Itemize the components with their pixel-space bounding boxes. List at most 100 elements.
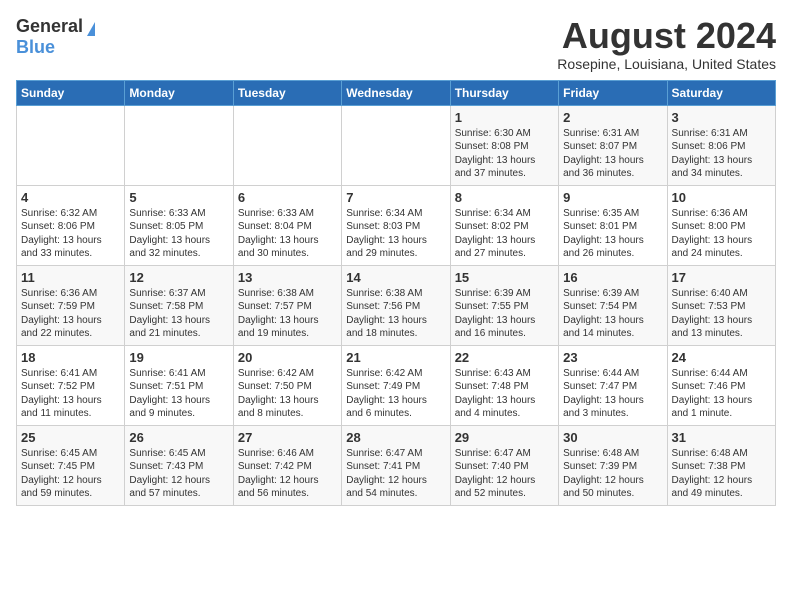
day-info: Sunrise: 6:36 AM Sunset: 7:59 PM Dayligh…: [21, 287, 120, 341]
day-number: 31: [672, 430, 771, 445]
day-number: 6: [238, 190, 337, 205]
calendar-cell-5-6: 30 Sunrise: 6:48 AM Sunset: 7:39 PM Dayli…: [559, 425, 667, 505]
day-number: 20: [238, 350, 337, 365]
calendar-cell-1-1: [17, 105, 125, 185]
weekday-header-saturday: Saturday: [667, 80, 775, 105]
day-info: Sunrise: 6:41 AM Sunset: 7:51 PM Dayligh…: [129, 367, 228, 421]
logo: General Blue: [16, 16, 95, 58]
day-number: 23: [563, 350, 662, 365]
calendar-cell-3-4: 14 Sunrise: 6:38 AM Sunset: 7:56 PM Dayli…: [342, 265, 450, 345]
calendar-cell-4-4: 21 Sunrise: 6:42 AM Sunset: 7:49 PM Dayli…: [342, 345, 450, 425]
logo-general-text: General: [16, 16, 83, 37]
weekday-header-thursday: Thursday: [450, 80, 558, 105]
day-number: 21: [346, 350, 445, 365]
calendar-cell-4-6: 23 Sunrise: 6:44 AM Sunset: 7:47 PM Dayli…: [559, 345, 667, 425]
day-number: 27: [238, 430, 337, 445]
calendar-cell-2-1: 4Sunrise: 6:32 AM Sunset: 8:06 PM Daylig…: [17, 185, 125, 265]
day-number: 8: [455, 190, 554, 205]
day-info: Sunrise: 6:47 AM Sunset: 7:41 PM Dayligh…: [346, 447, 445, 501]
calendar-cell-5-3: 27 Sunrise: 6:46 AM Sunset: 7:42 PM Dayli…: [233, 425, 341, 505]
calendar-cell-2-2: 5Sunrise: 6:33 AM Sunset: 8:05 PM Daylig…: [125, 185, 233, 265]
day-number: 3: [672, 110, 771, 125]
day-info: Sunrise: 6:44 AM Sunset: 7:46 PM Dayligh…: [672, 367, 771, 421]
day-number: 9: [563, 190, 662, 205]
day-info: Sunrise: 6:44 AM Sunset: 7:47 PM Dayligh…: [563, 367, 662, 421]
calendar-cell-1-2: [125, 105, 233, 185]
day-number: 13: [238, 270, 337, 285]
day-info: Sunrise: 6:37 AM Sunset: 7:58 PM Dayligh…: [129, 287, 228, 341]
day-number: 22: [455, 350, 554, 365]
day-number: 1: [455, 110, 554, 125]
day-number: 14: [346, 270, 445, 285]
calendar-cell-1-6: 2Sunrise: 6:31 AM Sunset: 8:07 PM Daylig…: [559, 105, 667, 185]
calendar-cell-3-5: 15 Sunrise: 6:39 AM Sunset: 7:55 PM Dayli…: [450, 265, 558, 345]
day-info: Sunrise: 6:40 AM Sunset: 7:53 PM Dayligh…: [672, 287, 771, 341]
weekday-header-friday: Friday: [559, 80, 667, 105]
day-info: Sunrise: 6:33 AM Sunset: 8:04 PM Dayligh…: [238, 207, 337, 261]
weekday-header-sunday: Sunday: [17, 80, 125, 105]
day-info: Sunrise: 6:45 AM Sunset: 7:43 PM Dayligh…: [129, 447, 228, 501]
day-info: Sunrise: 6:38 AM Sunset: 7:56 PM Dayligh…: [346, 287, 445, 341]
calendar-cell-3-6: 16 Sunrise: 6:39 AM Sunset: 7:54 PM Dayli…: [559, 265, 667, 345]
day-number: 5: [129, 190, 228, 205]
day-info: Sunrise: 6:43 AM Sunset: 7:48 PM Dayligh…: [455, 367, 554, 421]
day-info: Sunrise: 6:38 AM Sunset: 7:57 PM Dayligh…: [238, 287, 337, 341]
logo-triangle-icon: [87, 22, 95, 36]
day-info: Sunrise: 6:35 AM Sunset: 8:01 PM Dayligh…: [563, 207, 662, 261]
day-info: Sunrise: 6:32 AM Sunset: 8:06 PM Dayligh…: [21, 207, 120, 261]
calendar-table: SundayMondayTuesdayWednesdayThursdayFrid…: [16, 80, 776, 506]
day-info: Sunrise: 6:30 AM Sunset: 8:08 PM Dayligh…: [455, 127, 554, 181]
calendar-cell-1-3: [233, 105, 341, 185]
calendar-cell-4-2: 19 Sunrise: 6:41 AM Sunset: 7:51 PM Dayli…: [125, 345, 233, 425]
calendar-cell-2-4: 7 Sunrise: 6:34 AM Sunset: 8:03 PM Daylig…: [342, 185, 450, 265]
day-number: 18: [21, 350, 120, 365]
day-number: 15: [455, 270, 554, 285]
day-info: Sunrise: 6:39 AM Sunset: 7:54 PM Dayligh…: [563, 287, 662, 341]
day-number: 7: [346, 190, 445, 205]
day-info: Sunrise: 6:45 AM Sunset: 7:45 PM Dayligh…: [21, 447, 120, 501]
day-info: Sunrise: 6:34 AM Sunset: 8:03 PM Dayligh…: [346, 207, 445, 261]
day-info: Sunrise: 6:39 AM Sunset: 7:55 PM Dayligh…: [455, 287, 554, 341]
day-number: 26: [129, 430, 228, 445]
calendar-cell-3-7: 17 Sunrise: 6:40 AM Sunset: 7:53 PM Dayli…: [667, 265, 775, 345]
calendar-cell-4-1: 18Sunrise: 6:41 AM Sunset: 7:52 PM Dayli…: [17, 345, 125, 425]
day-number: 2: [563, 110, 662, 125]
calendar-cell-5-1: 25 Sunrise: 6:45 AM Sunset: 7:45 PM Dayli…: [17, 425, 125, 505]
calendar-cell-3-1: 11 Sunrise: 6:36 AM Sunset: 7:59 PM Dayli…: [17, 265, 125, 345]
day-info: Sunrise: 6:34 AM Sunset: 8:02 PM Dayligh…: [455, 207, 554, 261]
title-block: August 2024 Rosepine, Louisiana, United …: [557, 16, 776, 72]
weekday-header-wednesday: Wednesday: [342, 80, 450, 105]
day-info: Sunrise: 6:46 AM Sunset: 7:42 PM Dayligh…: [238, 447, 337, 501]
day-number: 28: [346, 430, 445, 445]
calendar-cell-4-5: 22 Sunrise: 6:43 AM Sunset: 7:48 PM Dayli…: [450, 345, 558, 425]
day-info: Sunrise: 6:42 AM Sunset: 7:50 PM Dayligh…: [238, 367, 337, 421]
day-number: 12: [129, 270, 228, 285]
day-number: 30: [563, 430, 662, 445]
calendar-cell-5-2: 26 Sunrise: 6:45 AM Sunset: 7:43 PM Dayli…: [125, 425, 233, 505]
day-number: 11: [21, 270, 120, 285]
calendar-cell-1-7: 3Sunrise: 6:31 AM Sunset: 8:06 PM Daylig…: [667, 105, 775, 185]
calendar-cell-2-5: 8 Sunrise: 6:34 AM Sunset: 8:02 PM Daylig…: [450, 185, 558, 265]
calendar-cell-1-4: [342, 105, 450, 185]
calendar-cell-2-6: 9 Sunrise: 6:35 AM Sunset: 8:01 PM Daylig…: [559, 185, 667, 265]
calendar-cell-5-7: 31 Sunrise: 6:48 AM Sunset: 7:38 PM Dayli…: [667, 425, 775, 505]
day-number: 24: [672, 350, 771, 365]
calendar-cell-3-2: 12 Sunrise: 6:37 AM Sunset: 7:58 PM Dayli…: [125, 265, 233, 345]
day-number: 17: [672, 270, 771, 285]
calendar-cell-5-4: 28 Sunrise: 6:47 AM Sunset: 7:41 PM Dayli…: [342, 425, 450, 505]
day-info: Sunrise: 6:48 AM Sunset: 7:38 PM Dayligh…: [672, 447, 771, 501]
day-info: Sunrise: 6:47 AM Sunset: 7:40 PM Dayligh…: [455, 447, 554, 501]
weekday-header-monday: Monday: [125, 80, 233, 105]
day-number: 10: [672, 190, 771, 205]
day-info: Sunrise: 6:42 AM Sunset: 7:49 PM Dayligh…: [346, 367, 445, 421]
day-number: 25: [21, 430, 120, 445]
calendar-cell-1-5: 1 Sunrise: 6:30 AM Sunset: 8:08 PM Daylig…: [450, 105, 558, 185]
calendar-cell-4-3: 20 Sunrise: 6:42 AM Sunset: 7:50 PM Dayli…: [233, 345, 341, 425]
day-info: Sunrise: 6:36 AM Sunset: 8:00 PM Dayligh…: [672, 207, 771, 261]
day-number: 19: [129, 350, 228, 365]
day-number: 16: [563, 270, 662, 285]
weekday-header-tuesday: Tuesday: [233, 80, 341, 105]
page-header: General Blue August 2024 Rosepine, Louis…: [16, 16, 776, 72]
calendar-cell-4-7: 24 Sunrise: 6:44 AM Sunset: 7:46 PM Dayli…: [667, 345, 775, 425]
day-info: Sunrise: 6:48 AM Sunset: 7:39 PM Dayligh…: [563, 447, 662, 501]
